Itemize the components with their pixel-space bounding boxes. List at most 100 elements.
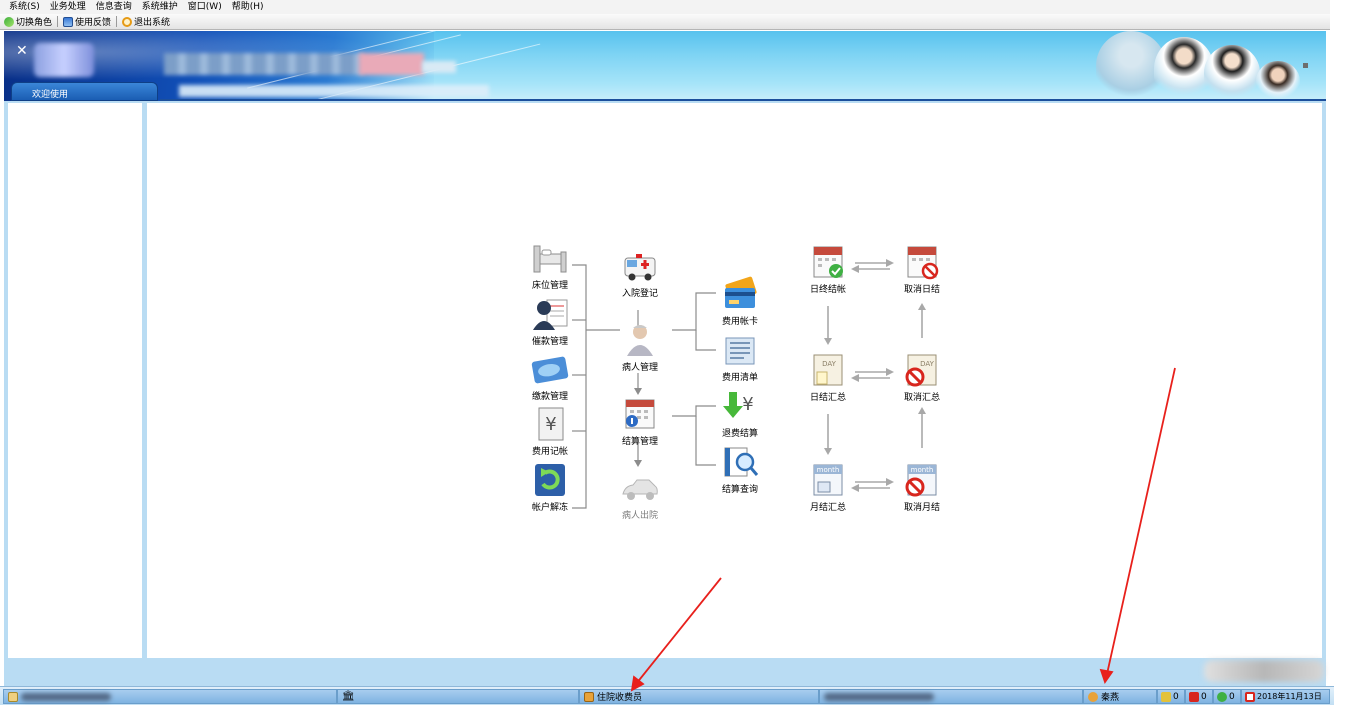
day-close-label: 日终结帐	[809, 285, 846, 295]
switch-role-button[interactable]: 切换角色	[4, 15, 57, 28]
status-segment-dept: 🏛	[337, 689, 579, 704]
banner-title	[164, 53, 364, 75]
status-segment-org	[3, 689, 337, 704]
payment-management-node[interactable]: 缴款管理	[520, 351, 580, 402]
day-summary-node[interactable]: DAY 日结汇总	[798, 352, 858, 403]
tab-welcome[interactable]: 欢迎使用	[11, 82, 158, 101]
svg-text:¥: ¥	[545, 414, 556, 435]
user-icon	[1088, 691, 1098, 702]
banner-title-tail	[422, 61, 456, 73]
switch-role-icon	[4, 16, 14, 27]
obscured-org-name	[21, 692, 111, 701]
bed-management-node[interactable]: 床位管理	[520, 240, 580, 291]
settlement-query-node[interactable]: 结算查询	[710, 444, 770, 495]
fee-list-node[interactable]: 费用清单	[710, 332, 770, 383]
cancel-summary-node[interactable]: DAY 取消汇总	[892, 352, 952, 403]
day-summary-label: 日结汇总	[809, 393, 846, 403]
refund-settlement-node[interactable]: ¥ 退费结算	[710, 388, 770, 439]
calendar-icon	[1245, 691, 1255, 702]
svg-text:DAY: DAY	[920, 360, 935, 368]
month-summary-node[interactable]: month 月结汇总	[798, 462, 858, 513]
menu-business[interactable]: 业务处理	[45, 0, 91, 14]
search-document-icon	[721, 444, 759, 480]
banner-logo	[34, 43, 94, 77]
document-icon	[8, 691, 18, 702]
exit-label: 退出系统	[134, 18, 171, 28]
workflow-diagram: 床位管理 催款管理 缴款管理 ¥ 费用记帐 帐户解冻 入院登记 病人管理 结算管…	[520, 238, 950, 528]
fee-accounting-label: 费用记帐	[531, 447, 568, 457]
status-segment-info	[819, 689, 1083, 704]
fee-accounting-node[interactable]: ¥ 费用记帐	[520, 406, 580, 457]
fee-card-node[interactable]: 费用帐卡	[710, 276, 770, 327]
admission-node[interactable]: 入院登记	[610, 248, 670, 299]
menu-query[interactable]: 信息查询	[91, 0, 137, 14]
collection-management-node[interactable]: 催款管理	[520, 296, 580, 347]
banner-dot	[1303, 63, 1308, 68]
role-label: 住院收费员	[597, 693, 643, 703]
message-icon	[1189, 691, 1199, 702]
menu-help[interactable]: 帮助(H)	[227, 0, 269, 14]
user-label: 秦燕	[1101, 693, 1120, 703]
menu-window[interactable]: 窗口(W)	[183, 0, 227, 14]
discharge-label: 病人出院	[621, 511, 658, 521]
menu-maintenance[interactable]: 系统维护	[137, 0, 183, 14]
status-segment-user[interactable]: 秦燕	[1083, 689, 1157, 704]
month-calendar-icon: month	[809, 462, 847, 498]
cancel-day-close-node[interactable]: 取消日结	[892, 244, 952, 295]
status-counter-2[interactable]: 0	[1185, 689, 1213, 704]
obscured-info-text	[824, 692, 934, 701]
navigation-pane	[8, 103, 142, 658]
obscured-info	[1204, 660, 1324, 682]
online-icon	[1217, 691, 1227, 702]
calendar-check-icon	[809, 244, 847, 280]
counter-2-value: 0	[1201, 691, 1207, 702]
feedback-label: 使用反馈	[75, 18, 112, 28]
account-unfreeze-node[interactable]: 帐户解冻	[520, 462, 580, 513]
payment-management-label: 缴款管理	[531, 392, 568, 402]
ambulance-icon	[621, 248, 659, 284]
fee-list-label: 费用清单	[721, 373, 758, 383]
cancel-month-close-label: 取消月结	[903, 503, 940, 513]
status-counter-3[interactable]: 0	[1213, 689, 1241, 704]
yuan-document-icon: ¥	[531, 406, 569, 442]
exit-icon	[122, 16, 133, 27]
bed-icon	[531, 240, 569, 276]
menu-system[interactable]: 系统(S)	[4, 0, 45, 14]
car-icon	[621, 470, 659, 506]
status-counter-1[interactable]: 0	[1157, 689, 1185, 704]
patient-management-node[interactable]: 病人管理	[610, 322, 670, 373]
refresh-icon	[531, 462, 569, 498]
menu-bar: 系统(S) 业务处理 信息查询 系统维护 窗口(W) 帮助(H)	[0, 0, 1330, 14]
role-icon	[584, 691, 594, 702]
switch-role-label: 切换角色	[16, 18, 53, 28]
feedback-button[interactable]: 使用反馈	[63, 15, 116, 28]
discharge-node[interactable]: 病人出院	[610, 470, 670, 521]
month-cancel-icon: month	[903, 462, 941, 498]
day-close-node[interactable]: 日终结帐	[798, 244, 858, 295]
banner-photo	[1096, 31, 1326, 101]
feedback-icon	[63, 16, 74, 27]
calendar-cancel-icon	[903, 244, 941, 280]
month-icon-text: month	[817, 466, 840, 474]
admission-label: 入院登记	[621, 289, 658, 299]
day-cancel-icon: DAY	[903, 352, 941, 388]
svg-text:¥: ¥	[742, 394, 753, 415]
bank-icon: 🏛	[342, 690, 355, 702]
settlement-management-label: 结算管理	[621, 437, 658, 447]
toolbar-divider	[116, 16, 118, 27]
status-segment-role[interactable]: 住院收费员	[579, 689, 819, 704]
app-banner: ✕	[4, 31, 1326, 101]
cancel-day-close-label: 取消日结	[903, 285, 940, 295]
refund-settlement-label: 退费结算	[721, 429, 758, 439]
patient-icon	[621, 322, 659, 358]
cancel-month-close-node[interactable]: month 取消月结	[892, 462, 952, 513]
toolbar-divider	[57, 16, 59, 27]
status-bar: 🏛 住院收费员 秦燕 0 0 0 2018年11月13日	[0, 686, 1334, 705]
settlement-calendar-icon	[621, 396, 659, 432]
status-date: 2018年11月13日	[1241, 689, 1330, 704]
settlement-management-node[interactable]: 结算管理	[610, 396, 670, 447]
folder-list-icon	[721, 332, 759, 368]
patient-management-label: 病人管理	[621, 363, 658, 373]
collector-icon	[531, 296, 569, 332]
exit-button[interactable]: 退出系统	[122, 15, 175, 28]
